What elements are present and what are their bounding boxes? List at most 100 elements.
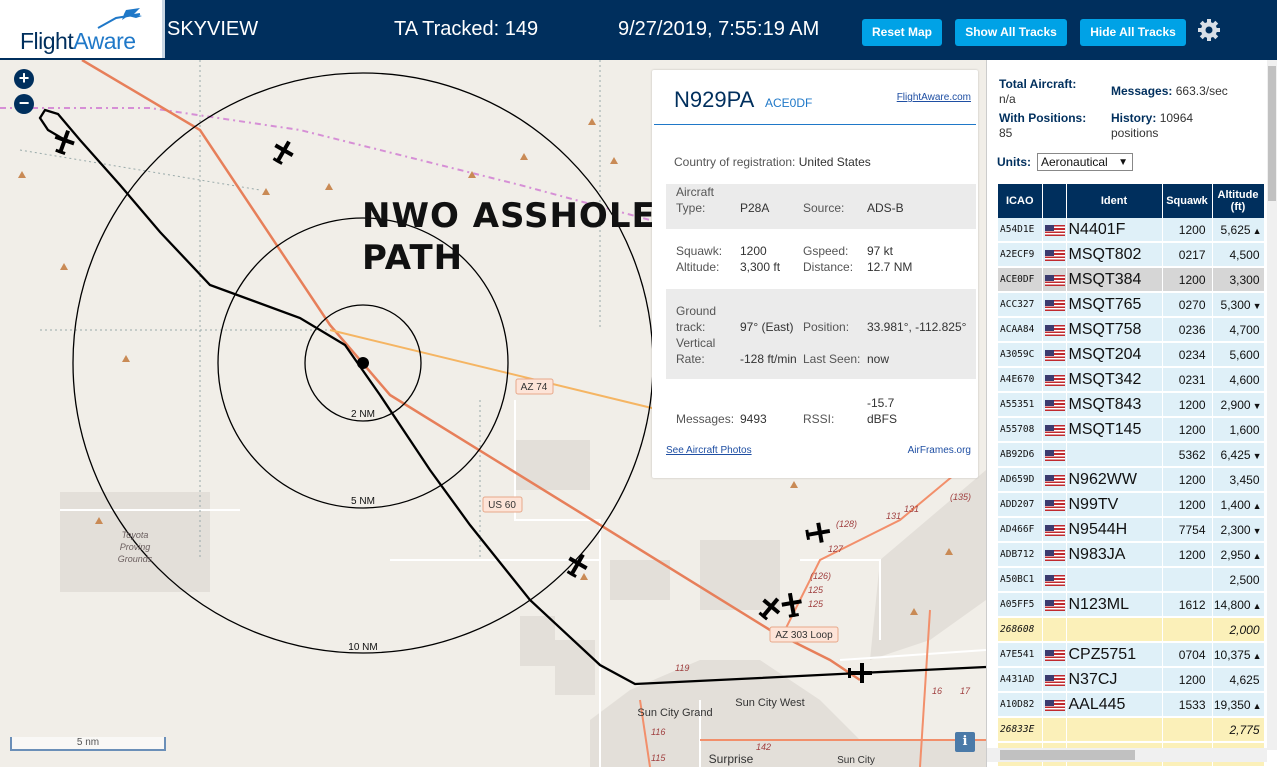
total-aircraft-value: n/a	[999, 92, 1016, 106]
squawk-cell: 1533	[1162, 692, 1213, 718]
reset-map-button[interactable]: Reset Map	[862, 19, 942, 46]
place-label: Toyota	[122, 530, 149, 540]
history-label: History:	[1111, 111, 1157, 125]
column-header-ident[interactable]: Ident	[1066, 184, 1163, 218]
airplane-logo-icon	[97, 8, 142, 29]
squawk-cell: 0704	[1162, 642, 1213, 668]
table-row[interactable]: A7E541 CPZ5751 0704 10,375 ▲	[998, 642, 1265, 668]
table-row[interactable]: AD659D N962WW 1200 3,450	[998, 467, 1265, 493]
altitude-cell: 2,775	[1212, 717, 1265, 743]
flag-cell	[1042, 567, 1067, 593]
country-label: Country of registration:	[674, 155, 796, 169]
flightaware-logo[interactable]: FlightAware	[0, 0, 165, 58]
icao-cell: 26833E	[998, 717, 1043, 743]
column-header-squawk[interactable]: Squawk	[1162, 184, 1213, 218]
horizontal-scrollbar-thumb[interactable]	[1000, 750, 1135, 760]
table-row[interactable]: 26833E 2,775	[998, 717, 1265, 743]
route-number: 119	[675, 663, 689, 673]
aircraft-icon[interactable]	[562, 550, 591, 581]
user-annotation: NWO ASSHOLE PATH	[362, 195, 656, 279]
table-row[interactable]: 268608 2,000	[998, 617, 1265, 643]
units-select[interactable]: Aeronautical ▼	[1037, 153, 1133, 171]
hide-all-tracks-button[interactable]: Hide All Tracks	[1080, 19, 1186, 46]
source-label: Source:	[803, 201, 845, 215]
zoom-in-button[interactable]: +	[14, 69, 34, 89]
us-flag-icon	[1044, 674, 1065, 686]
squawk-cell: 7754	[1162, 517, 1213, 543]
table-row[interactable]: A55708 MSQT145 1200 1,600	[998, 417, 1265, 443]
aircraft-icon[interactable]	[268, 137, 297, 168]
table-row[interactable]: ACAA84 MSQT758 0236 4,700	[998, 317, 1265, 343]
table-row[interactable]: A4E670 MSQT342 0231 4,600	[998, 367, 1265, 393]
table-row[interactable]: A50BC1 2,500	[998, 567, 1265, 593]
map-info-button[interactable]: i	[955, 732, 975, 752]
flightaware-link[interactable]: FlightAware.com	[897, 92, 971, 103]
column-header-icao[interactable]: ICAO	[998, 184, 1043, 218]
rssi-value: -15.7	[867, 396, 895, 410]
vertical-scrollbar-thumb[interactable]	[1268, 66, 1276, 201]
flag-cell	[1042, 667, 1067, 693]
aircraft-hex-link[interactable]: ACE0DF	[765, 96, 812, 110]
table-row[interactable]: AB92D6 5362 6,425 ▼	[998, 442, 1265, 468]
route-number: 115	[651, 753, 666, 763]
flag-cell	[1042, 367, 1067, 393]
distance-label: Distance:	[803, 260, 854, 274]
table-row[interactable]: A55351 MSQT843 1200 2,900 ▼	[998, 392, 1265, 418]
logo-text: FlightAware	[20, 28, 136, 54]
altitude-cell: 19,350 ▲	[1212, 692, 1265, 718]
altitude-value: 2,000	[1229, 622, 1260, 637]
table-row[interactable]: A431AD N37CJ 1200 4,625	[998, 667, 1265, 693]
scale-bar: 5 nm	[10, 737, 166, 751]
us-flag-icon	[1044, 399, 1065, 411]
ident-cell: MSQT802	[1066, 242, 1163, 268]
altitude-cell: 4,625	[1212, 667, 1265, 693]
flag-cell	[1042, 342, 1067, 368]
last-seen-value: now	[867, 352, 890, 366]
squawk-cell	[1162, 617, 1213, 643]
aircraft-icon[interactable]	[804, 521, 831, 545]
icao-cell: A10D82	[998, 692, 1043, 718]
vertical-rate-value: -128 ft/min	[740, 352, 797, 366]
us-flag-icon	[1044, 324, 1065, 336]
aircraft-icon[interactable]	[780, 591, 804, 618]
route-number: 125	[808, 599, 824, 609]
aircraft-photos-link[interactable]: See Aircraft Photos	[666, 445, 752, 456]
table-row[interactable]: ACE0DF MSQT384 1200 3,300	[998, 267, 1265, 293]
table-row[interactable]: AD466F N9544H 7754 2,300 ▼	[998, 517, 1265, 543]
altitude-cell: 6,425 ▼	[1212, 442, 1265, 468]
table-row[interactable]: A3059C MSQT204 0234 5,600	[998, 342, 1265, 368]
show-all-tracks-button[interactable]: Show All Tracks	[955, 19, 1067, 46]
history-stat: History: 10964 positions	[1111, 111, 1193, 141]
top-header: FlightAware SKYVIEW TA Tracked: 149 9/27…	[0, 0, 1277, 60]
flag-cell	[1042, 267, 1067, 293]
altitude-value: 4,625	[1229, 672, 1260, 687]
ground-track-value: 97° (East)	[740, 320, 794, 334]
table-row[interactable]: ADB712 N983JA 1200 2,950 ▲	[998, 542, 1265, 568]
ground-track-label: track:	[676, 320, 706, 334]
icao-cell: A50BC1	[998, 567, 1043, 593]
altitude-trend-icon: ▲	[1252, 600, 1262, 611]
column-header-flag[interactable]	[1042, 184, 1067, 218]
altitude-cell: 4,700	[1212, 317, 1265, 343]
icao-cell: ACE0DF	[998, 267, 1043, 293]
table-row[interactable]: ACC327 MSQT765 0270 5,300 ▼	[998, 292, 1265, 318]
icao-cell: ACC327	[998, 292, 1043, 318]
column-header-altitude[interactable]: Altitude (ft)	[1212, 184, 1265, 218]
us-flag-icon	[1044, 224, 1065, 236]
aircraft-icon[interactable]	[848, 663, 872, 683]
messages-value: 9493	[740, 412, 767, 426]
table-row[interactable]: A2ECF9 MSQT802 0217 4,500	[998, 242, 1265, 268]
airframes-link[interactable]: AirFrames.org	[908, 445, 971, 456]
table-row[interactable]: A10D82 AAL445 1533 19,350 ▲	[998, 692, 1265, 718]
table-row[interactable]: A54D1E N4401F 1200 5,625 ▲	[998, 218, 1265, 243]
gear-icon[interactable]	[1196, 17, 1222, 43]
zoom-out-button[interactable]: −	[14, 94, 34, 114]
table-row[interactable]: A05FF5 N123ML 1612 14,800 ▲	[998, 592, 1265, 618]
route-number: (128)	[836, 519, 857, 529]
table-row[interactable]: ADD207 N99TV 1200 1,400 ▲	[998, 492, 1265, 518]
history-value: 10964	[1159, 111, 1194, 125]
altitude-value: 1,600	[1229, 422, 1260, 437]
gspeed-value: 97 kt	[867, 244, 894, 258]
ident-cell: AAL445	[1066, 692, 1163, 718]
ident-cell: N37CJ	[1066, 667, 1163, 693]
